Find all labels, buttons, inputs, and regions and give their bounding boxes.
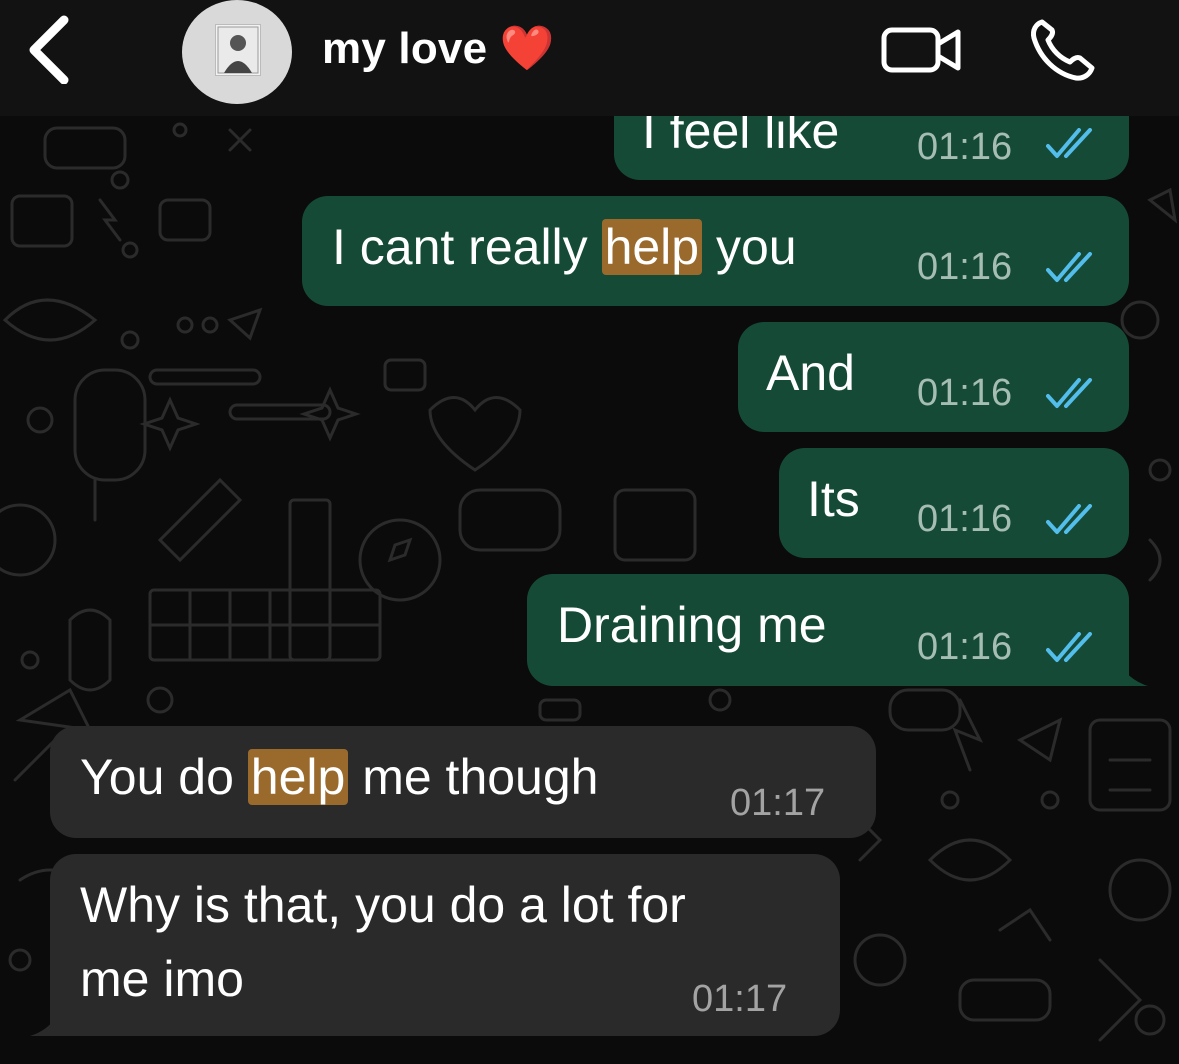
read-receipt-icon	[1046, 378, 1092, 408]
search-highlight: help	[247, 749, 349, 805]
message-bubble-outgoing[interactable]: Draining me 01:16	[527, 574, 1129, 686]
read-receipt-icon	[1046, 128, 1092, 158]
message-text: You do help me though	[80, 746, 598, 808]
chevron-left-icon[interactable]	[24, 14, 74, 84]
message-bubble-incoming[interactable]: Why is that, you do a lot for me imo 01:…	[50, 854, 840, 1036]
message-bubble-outgoing[interactable]: And 01:16	[738, 322, 1129, 432]
message-text: Draining me	[557, 597, 827, 653]
contact-name[interactable]: my love ❤️	[322, 22, 555, 74]
message-text-part: You do	[80, 749, 248, 805]
message-text-part: me though	[348, 749, 599, 805]
video-camera-icon[interactable]	[880, 24, 964, 76]
message-text: Its	[807, 471, 860, 527]
message-time: 01:16	[917, 498, 1013, 540]
message-time: 01:16	[917, 626, 1013, 668]
message-bubble-incoming[interactable]: You do help me though 01:17	[50, 726, 876, 838]
message-text: I cant really help you	[332, 216, 797, 278]
search-highlight: help	[601, 219, 703, 275]
message-time: 01:17	[730, 782, 826, 824]
read-receipt-icon	[1046, 252, 1092, 282]
message-text-line-2: me imo	[80, 951, 244, 1007]
message-text-part: I cant really	[332, 219, 602, 275]
phone-icon[interactable]	[1028, 16, 1098, 82]
message-time: 01:16	[917, 246, 1013, 288]
message-text-part: you	[702, 219, 797, 275]
message-time: 01:16	[917, 126, 1013, 168]
contact-avatar[interactable]	[182, 0, 292, 104]
avatar-photo	[215, 24, 261, 76]
message-text-line-1: Why is that, you do a lot for	[80, 877, 686, 933]
chat-header: my love ❤️	[0, 0, 1179, 116]
read-receipt-icon	[1046, 504, 1092, 534]
message-time: 01:16	[917, 372, 1013, 414]
message-time: 01:17	[692, 978, 788, 1020]
read-receipt-icon	[1046, 632, 1092, 662]
message-bubble-outgoing[interactable]: I cant really help you 01:16	[302, 196, 1129, 306]
message-bubble-outgoing[interactable]: Its 01:16	[779, 448, 1129, 558]
message-text: And	[766, 345, 855, 401]
